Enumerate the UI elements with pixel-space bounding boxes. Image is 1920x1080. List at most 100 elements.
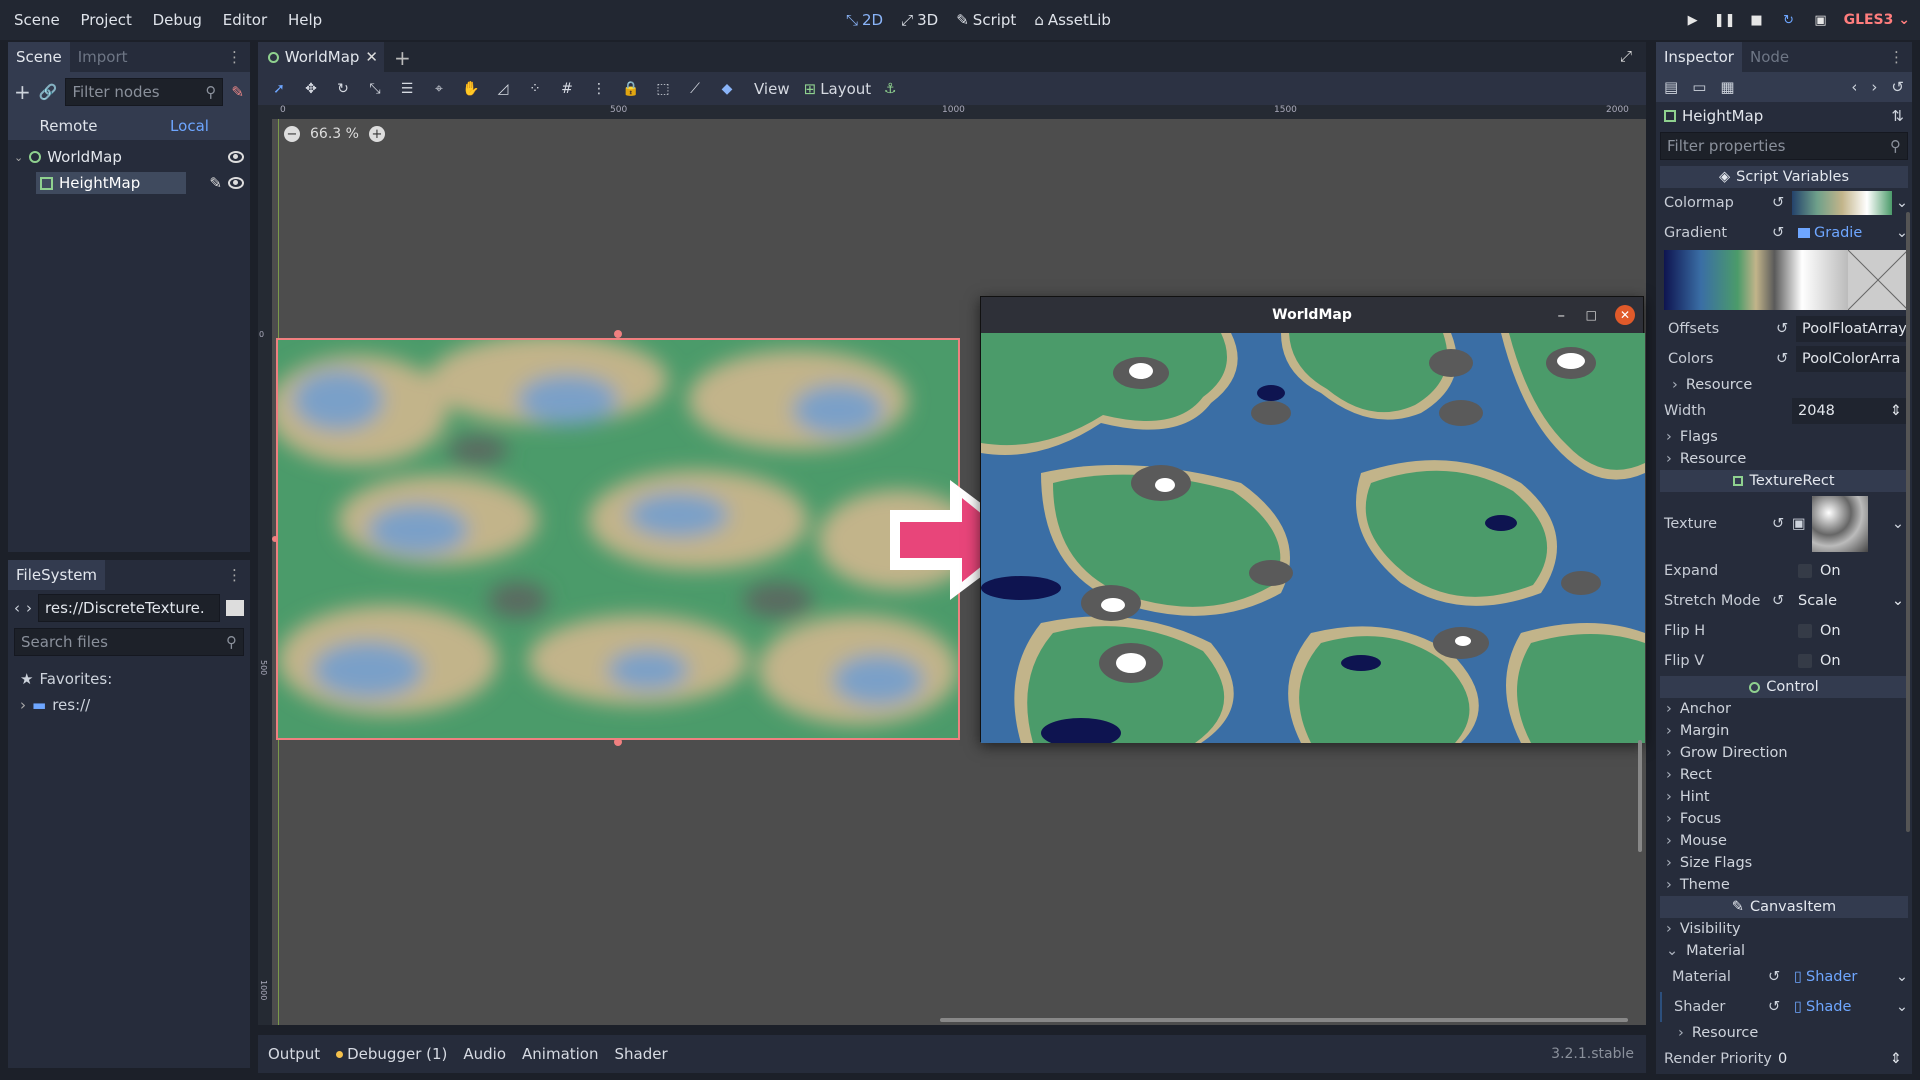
- open-folder-icon[interactable]: ▭: [1692, 78, 1706, 96]
- control-mouse[interactable]: Mouse: [1660, 830, 1908, 852]
- camera-override-icon[interactable]: ◆: [714, 76, 740, 102]
- maximize-icon[interactable]: □: [1586, 308, 1597, 322]
- gradient-ramp[interactable]: [1664, 250, 1848, 310]
- control-anchor[interactable]: Anchor: [1660, 698, 1908, 720]
- resize-handle[interactable]: [614, 738, 622, 746]
- visibility-icon[interactable]: [228, 177, 244, 189]
- menu-project[interactable]: Project: [73, 0, 140, 40]
- close-window-icon[interactable]: ✕: [1615, 305, 1635, 325]
- flip-v-checkbox[interactable]: On: [1792, 648, 1908, 674]
- shader-resource[interactable]: ▯ Shade: [1788, 994, 1896, 1020]
- offsets-value[interactable]: PoolFloatArray: [1796, 316, 1908, 342]
- collapse-icon[interactable]: ⌄: [14, 151, 23, 164]
- texture-preview[interactable]: [1811, 496, 1868, 552]
- filter-properties-input[interactable]: Filter properties ⚲: [1660, 132, 1908, 160]
- anchor-icon[interactable]: ⚓: [877, 76, 903, 102]
- tab-shader[interactable]: Shader: [615, 1045, 668, 1063]
- section-control[interactable]: Control: [1660, 676, 1908, 698]
- tab-animation[interactable]: Animation: [522, 1045, 598, 1063]
- list-select-icon[interactable]: ☰: [394, 76, 420, 102]
- lock-icon[interactable]: 🔒: [618, 76, 644, 102]
- stretch-mode-select[interactable]: Scale ⌄: [1792, 588, 1908, 614]
- tab-inspector[interactable]: Inspector: [1656, 42, 1742, 72]
- zoom-level[interactable]: 66.3 %: [310, 126, 359, 142]
- gradient-color-swatch[interactable]: [1847, 249, 1909, 311]
- width-spinbox[interactable]: 2048 ⇕: [1792, 398, 1908, 424]
- menu-help[interactable]: Help: [280, 0, 330, 40]
- mode-script-button[interactable]: ✎ Script: [956, 11, 1016, 29]
- resize-handle[interactable]: [614, 330, 622, 338]
- flip-h-checkbox[interactable]: On: [1792, 618, 1908, 644]
- play-custom-icon[interactable]: ▣: [1812, 11, 1830, 29]
- dock-menu-icon[interactable]: ⋮: [1881, 42, 1912, 72]
- script-icon[interactable]: ✎: [209, 174, 222, 192]
- gradient-editor[interactable]: [1664, 249, 1909, 311]
- tree-node-heightmap[interactable]: HeightMap ✎: [14, 170, 244, 196]
- play-icon[interactable]: ▶: [1684, 11, 1702, 29]
- control-focus[interactable]: Focus: [1660, 808, 1908, 830]
- section-canvasitem[interactable]: ✎ CanvasItem: [1660, 896, 1908, 918]
- revert-icon[interactable]: ↺: [1768, 999, 1788, 1015]
- view-menu[interactable]: View: [746, 80, 798, 98]
- add-tab-icon[interactable]: +: [394, 46, 411, 70]
- new-resource-icon[interactable]: ▤: [1664, 78, 1678, 96]
- expand-checkbox[interactable]: On: [1792, 558, 1908, 584]
- mode-assetlib-button[interactable]: ⌂ AssetLib: [1034, 11, 1111, 29]
- fullscreen-icon[interactable]: ⤢: [1620, 47, 1632, 65]
- flags-group[interactable]: Flags: [1660, 426, 1908, 448]
- resource-group[interactable]: Resource: [1660, 448, 1908, 470]
- menu-scene[interactable]: Scene: [6, 0, 68, 40]
- history-back-icon[interactable]: ‹: [1851, 78, 1857, 96]
- viewport-vscrollbar[interactable]: [1638, 740, 1642, 852]
- tab-audio[interactable]: Audio: [463, 1045, 506, 1063]
- control-rect[interactable]: Rect: [1660, 764, 1908, 786]
- group-icon[interactable]: ⬚: [650, 76, 676, 102]
- add-node-icon[interactable]: +: [14, 80, 31, 104]
- dropdown-icon[interactable]: ⌄: [1892, 516, 1904, 532]
- gradient-resource[interactable]: Gradie: [1792, 220, 1896, 246]
- ruler-tool-icon[interactable]: ◿: [490, 76, 516, 102]
- visibility-icon[interactable]: [228, 151, 244, 163]
- history-forward-icon[interactable]: ›: [1871, 78, 1877, 96]
- renderer-selector[interactable]: GLES3 ⌄: [1844, 12, 1910, 28]
- tab-scene[interactable]: Scene: [8, 42, 70, 72]
- tab-worldmap[interactable]: WorldMap ✕: [258, 42, 384, 72]
- grid-snap-icon[interactable]: #: [554, 76, 580, 102]
- pivot-tool-icon[interactable]: ⌖: [426, 76, 452, 102]
- mode-2d-button[interactable]: ⤡ 2D: [846, 11, 883, 29]
- play-scene-icon[interactable]: ↻: [1780, 11, 1798, 29]
- control-grow-direction[interactable]: Grow Direction: [1660, 742, 1908, 764]
- gradient-resource-group[interactable]: Resource: [1660, 374, 1908, 396]
- mode-3d-button[interactable]: ⤢ 3D: [901, 11, 938, 29]
- zoom-out-icon[interactable]: −: [284, 126, 300, 142]
- path-field[interactable]: res://DiscreteTexture.: [38, 594, 220, 622]
- colormap-preview[interactable]: [1792, 191, 1892, 215]
- dropdown-icon[interactable]: ⌄: [1896, 195, 1908, 211]
- revert-icon[interactable]: ↺: [1768, 969, 1788, 985]
- script-attach-icon[interactable]: ✎: [231, 83, 244, 101]
- canvasitem-material[interactable]: Material: [1660, 940, 1908, 962]
- tab-import[interactable]: Import: [70, 42, 136, 72]
- revert-icon[interactable]: ↺: [1772, 516, 1792, 532]
- minimize-icon[interactable]: –: [1558, 306, 1566, 324]
- split-view-icon[interactable]: [226, 600, 244, 616]
- resize-handle[interactable]: [272, 536, 278, 542]
- control-margin[interactable]: Margin: [1660, 720, 1908, 742]
- back-icon[interactable]: ‹: [14, 599, 20, 617]
- canvasitem-visibility[interactable]: Visibility: [1660, 918, 1908, 940]
- dropdown-icon[interactable]: ⌄: [1896, 999, 1908, 1015]
- select-tool-icon[interactable]: ➚: [266, 76, 292, 102]
- rotate-tool-icon[interactable]: ↻: [330, 76, 356, 102]
- revert-icon[interactable]: ↺: [1772, 593, 1792, 609]
- dock-menu-icon[interactable]: ⋮: [219, 42, 250, 72]
- pause-icon[interactable]: ❚❚: [1714, 11, 1736, 29]
- viewport-hscrollbar[interactable]: [940, 1018, 1628, 1022]
- layout-menu[interactable]: ⊞ Layout: [804, 80, 872, 98]
- move-tool-icon[interactable]: ✥: [298, 76, 324, 102]
- inspector-scrollbar[interactable]: [1906, 212, 1910, 832]
- revert-icon[interactable]: ↺: [1772, 225, 1792, 241]
- tab-debugger[interactable]: Debugger (1): [336, 1045, 447, 1063]
- material-resource[interactable]: ▯ Shader: [1788, 964, 1896, 990]
- section-script-variables[interactable]: ◈ Script Variables: [1660, 166, 1908, 188]
- tab-node[interactable]: Node: [1742, 42, 1797, 72]
